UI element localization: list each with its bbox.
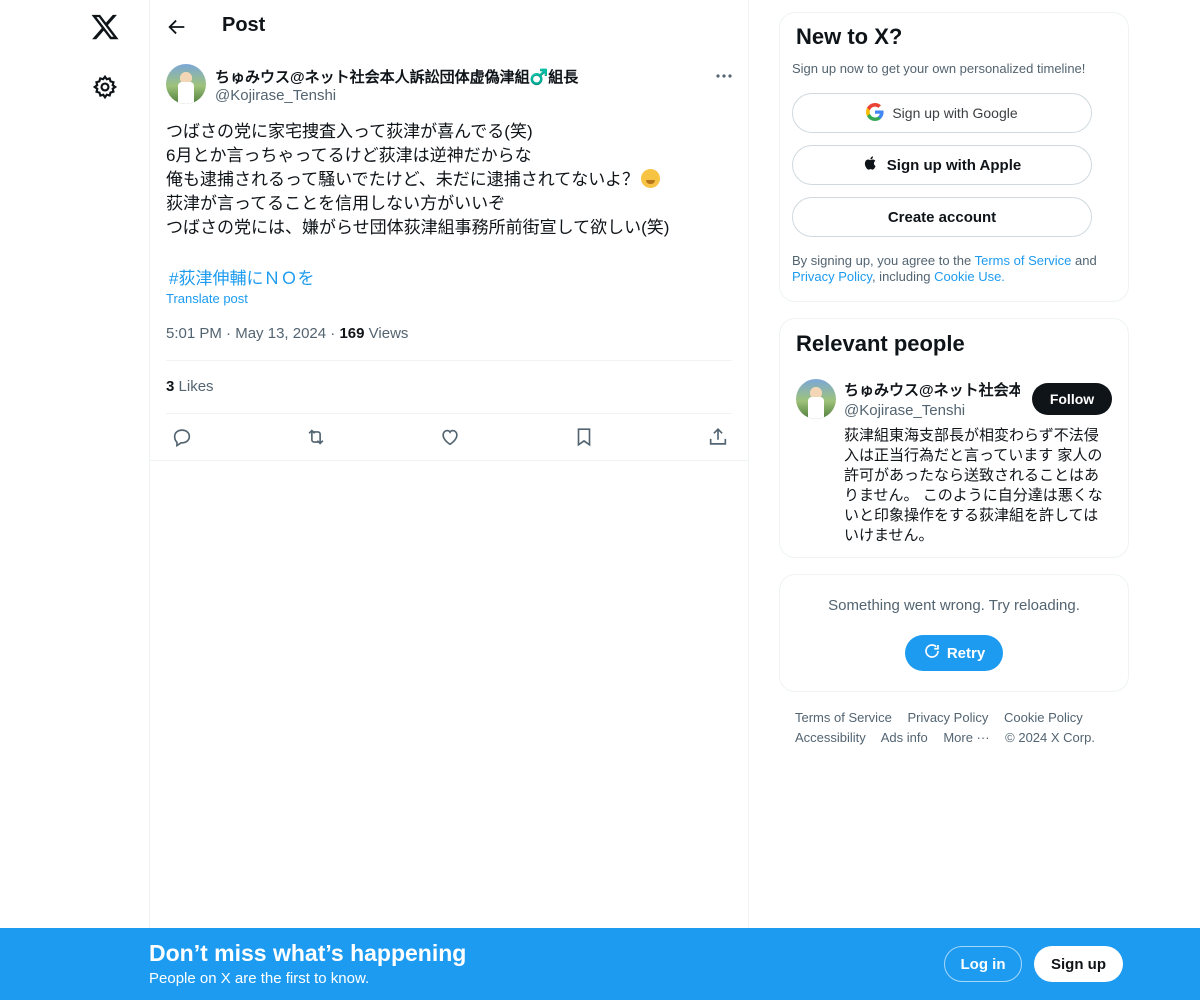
- footer-link-ads-info[interactable]: Ads info: [881, 730, 928, 745]
- footer-link-cookie[interactable]: Cookie Policy: [1004, 710, 1083, 725]
- signup-button[interactable]: Sign up: [1034, 946, 1123, 982]
- post-text-line: 荻津が言ってることを信用しない方がいいぞ: [166, 194, 506, 213]
- refresh-icon: [923, 642, 941, 664]
- bookmark-icon[interactable]: [573, 426, 595, 448]
- post-text-line: つばさの党に家宅捜査入って荻津が喜んでる(笑): [166, 122, 533, 141]
- trends-error-card: Something went wrong. Try reloading. Ret…: [779, 574, 1129, 692]
- likes-label: Likes: [178, 378, 214, 395]
- bottom-signup-bar: Don’t miss what’s happening People on X …: [0, 928, 1200, 1000]
- signup-terms: By signing up, you agree to the Terms of…: [792, 253, 1097, 284]
- reply-icon[interactable]: [171, 426, 193, 448]
- signup-apple-button[interactable]: Sign up with Apple: [792, 145, 1092, 185]
- footer-link-terms[interactable]: Terms of Service: [795, 710, 892, 725]
- relevant-people-card: Relevant people ちゅみウス@ネット社会本人訴訟団体虚偽津組♂️組…: [779, 318, 1129, 558]
- bottom-bar-subtitle: People on X are the first to know.: [149, 970, 370, 987]
- share-icon[interactable]: [707, 426, 729, 448]
- relevant-people-title: Relevant people: [796, 331, 965, 356]
- privacy-policy-link[interactable]: Privacy Policy: [792, 269, 872, 284]
- back-arrow-icon[interactable]: [166, 16, 188, 38]
- signup-apple-label: Sign up with Apple: [886, 156, 1022, 174]
- retry-label: Retry: [946, 644, 986, 662]
- translate-post-link[interactable]: Translate post: [166, 291, 248, 306]
- terms-of-service-link[interactable]: Terms of Service: [975, 253, 1072, 268]
- post-text: つばさの党に家宅捜査入って荻津が喜んでる(笑) 6月とか言っちゃってるけど荻津は…: [166, 120, 732, 240]
- gear-icon[interactable]: [92, 74, 118, 100]
- hashtag-link[interactable]: #荻津伸輔にＮＯを: [169, 264, 314, 289]
- error-message: Something went wrong. Try reloading.: [828, 597, 1080, 614]
- relevant-person-name[interactable]: ちゅみウス@ネット社会本人訴訟団体虚偽津組♂️組長: [844, 379, 1020, 400]
- footer-link-accessibility[interactable]: Accessibility: [795, 730, 866, 745]
- post-meta: 5:01 PM · May 13, 2024 · 169 Views: [166, 325, 409, 342]
- signup-google-button[interactable]: Sign up with Google: [792, 93, 1092, 133]
- post-author: ちゅみウス@ネット社会本人訴訟団体虚偽津組♂️組長 @Kojirase_Tens…: [166, 64, 732, 108]
- footer-copyright: © 2024 X Corp.: [1005, 730, 1095, 745]
- signup-card-subtitle: Sign up now to get your own personalized…: [792, 61, 1086, 76]
- page-header: Post: [150, 0, 748, 53]
- google-g-icon: [866, 102, 884, 124]
- x-logo-icon[interactable]: [90, 12, 120, 42]
- retry-button[interactable]: Retry: [905, 635, 1003, 671]
- relevant-person-handle[interactable]: @Kojirase_Tenshi: [844, 402, 965, 419]
- signup-google-label: Sign up with Google: [892, 105, 1018, 121]
- bottom-bar-title: Don’t miss what’s happening: [149, 940, 467, 966]
- divider: [166, 360, 732, 361]
- sidebar-footer: Terms of Service Privacy Policy Cookie P…: [795, 708, 1125, 748]
- author-handle[interactable]: @Kojirase_Tenshi: [215, 87, 336, 104]
- signup-card: New to X? Sign up now to get your own pe…: [779, 12, 1129, 302]
- face-with-hand-over-mouth-emoji-icon: [640, 169, 660, 188]
- login-button[interactable]: Log in: [944, 946, 1022, 982]
- post-text-line: つばさの党には、嫌がらせ団体荻津組事務所前街宣して欲しい(笑): [166, 218, 670, 237]
- likes-count: 3: [166, 378, 175, 395]
- views-label: Views: [368, 325, 409, 342]
- more-options-icon[interactable]: [714, 66, 734, 86]
- left-nav: [0, 0, 150, 1000]
- page-title: Post: [222, 14, 266, 36]
- footer-link-privacy[interactable]: Privacy Policy: [907, 710, 988, 725]
- avatar[interactable]: [796, 379, 836, 419]
- views-count: 169: [339, 325, 365, 342]
- like-heart-icon[interactable]: [439, 426, 461, 448]
- follow-button[interactable]: Follow: [1032, 383, 1112, 415]
- avatar[interactable]: [166, 64, 206, 104]
- author-name[interactable]: ちゅみウス@ネット社会本人訴訟団体虚偽津組♂️組長: [215, 66, 578, 87]
- apple-logo-icon: [863, 154, 879, 176]
- post-text-line: 6月とか言っちゃってるけど荻津は逆神だからな: [166, 146, 532, 165]
- relevant-person-bio: 荻津組東海支部長が相変わらず不法侵入は正当行為だと言っています 家人の許可があっ…: [844, 427, 1103, 544]
- post-actions: [150, 414, 748, 461]
- repost-icon[interactable]: [305, 426, 327, 448]
- create-account-button[interactable]: Create account: [792, 197, 1092, 237]
- post-time[interactable]: 5:01 PM: [166, 325, 222, 342]
- likes-stat[interactable]: 3 Likes: [166, 378, 214, 395]
- post-date[interactable]: May 13, 2024: [235, 325, 326, 342]
- main-column: Post ちゅみウス@ネット社会本人訴訟団体虚偽津組♂️組長 @Kojirase…: [149, 0, 749, 930]
- footer-link-more[interactable]: More ···: [943, 730, 989, 745]
- signup-card-title: New to X?: [796, 24, 903, 49]
- cookie-use-link[interactable]: Cookie Use.: [934, 269, 1005, 284]
- post-text-line: 俺も逮捕されるって騒いでたけど、未だに逮捕されてないよ？: [166, 168, 732, 192]
